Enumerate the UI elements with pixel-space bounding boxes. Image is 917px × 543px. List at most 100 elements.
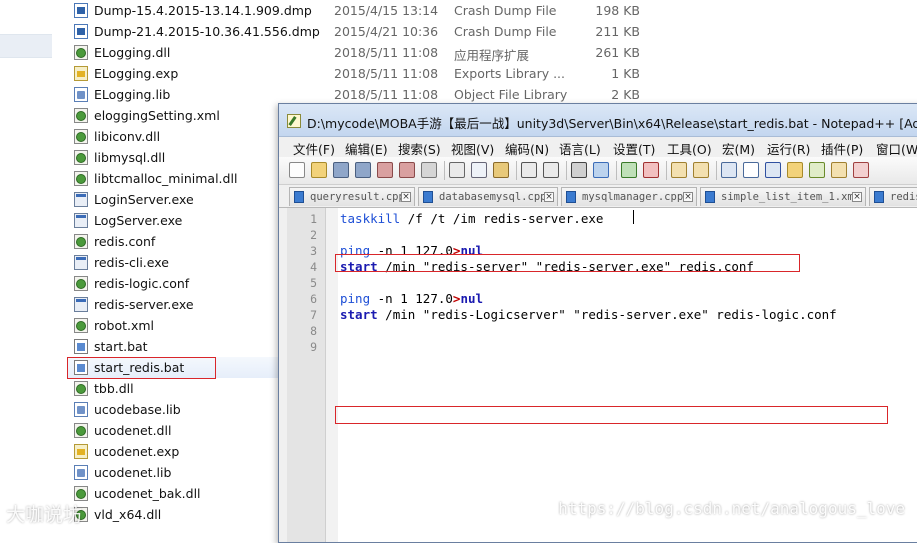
tab-label: mysqlmanager.cpp <box>582 191 684 203</box>
menu-item[interactable]: 窗口(W) <box>876 139 917 158</box>
text-caret <box>633 210 634 224</box>
file-type: Exports Library ... <box>454 66 566 81</box>
file-size: 198 KB <box>595 3 640 18</box>
menu-item[interactable]: 运行(R) <box>767 139 810 158</box>
menu-item[interactable]: 搜索(S) <box>398 139 441 158</box>
line-number: 9 <box>310 340 317 354</box>
file-name: libtcmalloc_minimal.dll <box>94 171 238 186</box>
menu-item[interactable]: 工具(O) <box>667 139 712 158</box>
print-icon[interactable] <box>421 162 437 178</box>
saved-document-icon <box>423 191 433 203</box>
conf-file-icon <box>74 234 88 249</box>
dll-file-icon <box>74 150 88 165</box>
zoom-out-icon[interactable] <box>643 162 659 178</box>
find-icon[interactable] <box>571 162 587 178</box>
sync-h-icon[interactable] <box>693 162 709 178</box>
tab-close-icon[interactable]: × <box>683 192 693 202</box>
file-name: ucodebase.lib <box>94 402 181 417</box>
highlight-box-line-7 <box>335 406 888 424</box>
document-tab[interactable]: databasemysql.cpp × <box>418 187 558 206</box>
tab-close-icon[interactable]: × <box>852 192 862 202</box>
file-row[interactable]: ELogging.lib 2018/5/11 11:08 Object File L… <box>68 84 917 105</box>
show-all-chars-icon[interactable] <box>743 162 759 178</box>
new-file-icon[interactable] <box>289 162 305 178</box>
file-row[interactable]: ELogging.dll 2018/5/11 11:08 应用程序扩展 261 KB <box>68 42 917 63</box>
redo-icon[interactable] <box>543 162 559 178</box>
function-list-icon[interactable] <box>831 162 847 178</box>
file-row[interactable]: ELogging.exp 2018/5/11 11:08 Exports Libra… <box>68 63 917 84</box>
file-name: start.bat <box>94 339 148 354</box>
file-name: vld_x64.dll <box>94 507 162 522</box>
line-number: 1 <box>310 212 317 226</box>
close-icon[interactable] <box>377 162 393 178</box>
file-type: Object File Library <box>454 87 568 102</box>
navigation-selected-item[interactable] <box>0 34 52 58</box>
file-name: tbb.dll <box>94 381 134 396</box>
saved-document-icon <box>705 191 715 203</box>
close-all-icon[interactable] <box>399 162 415 178</box>
indent-guide-icon[interactable] <box>765 162 781 178</box>
watermark-logo: 大咖说坊 <box>6 504 83 526</box>
file-size: 211 KB <box>595 24 640 39</box>
saved-document-icon <box>566 191 576 203</box>
file-name: libiconv.dll <box>94 129 161 144</box>
menu-item[interactable]: 编码(N) <box>505 139 549 158</box>
undo-icon[interactable] <box>521 162 537 178</box>
tab-close-icon[interactable]: × <box>401 192 411 202</box>
file-type: 应用程序扩展 <box>454 48 530 63</box>
navigation-pane[interactable] <box>0 0 54 530</box>
file-name: LogServer.exe <box>94 213 183 228</box>
monitor-icon[interactable] <box>853 162 869 178</box>
exe-file-icon <box>74 255 88 270</box>
code-line: ping -n 1 127.0>nul <box>340 291 483 306</box>
menu-item[interactable]: 文件(F) <box>293 139 335 158</box>
file-name: robot.xml <box>94 318 155 333</box>
folder-workspace-icon[interactable] <box>787 162 803 178</box>
line-number: 2 <box>310 228 317 242</box>
highlight-box-line-4 <box>335 254 800 272</box>
code-editor[interactable]: 1 2 3 4 5 6 7 8 9 taskkill /f /t /im redis-serve… <box>287 208 917 542</box>
document-tab[interactable]: mysqlmanager.cpp × <box>561 187 697 206</box>
save-all-icon[interactable] <box>355 162 371 178</box>
save-icon[interactable] <box>333 162 349 178</box>
line-number: 3 <box>310 244 317 258</box>
code-token: /min "redis-Logicserver" "redis-server.e… <box>377 307 837 322</box>
sync-v-icon[interactable] <box>671 162 687 178</box>
file-row[interactable]: Dump-15.4.2015-13.14.1.909.dmp 2015/4/15 … <box>68 0 917 21</box>
file-name: ucodenet_bak.dll <box>94 486 201 501</box>
toolbar-separator <box>666 161 667 180</box>
file-name: ucodenet.dll <box>94 423 172 438</box>
menu-item[interactable]: 语言(L) <box>559 139 601 158</box>
paste-icon[interactable] <box>493 162 509 178</box>
code-token: ping <box>340 291 371 306</box>
document-tab[interactable]: queryresult.cpp × <box>289 187 415 206</box>
tab-label: redis <box>890 191 917 203</box>
copy-icon[interactable] <box>471 162 487 178</box>
lib-file-icon <box>74 402 88 417</box>
toolbar <box>279 157 917 185</box>
document-tab[interactable]: redis <box>869 187 917 206</box>
dmp-file-icon <box>74 24 88 39</box>
menu-item[interactable]: 视图(V) <box>451 139 494 158</box>
window-titlebar[interactable]: D:\mycode\MOBA手游【最后一战】unity3d\Server\Bin… <box>279 104 917 137</box>
lib-file-icon <box>74 87 88 102</box>
open-file-icon[interactable] <box>311 162 327 178</box>
file-row[interactable]: Dump-21.4.2015-10.36.41.556.dmp 2015/4/21… <box>68 21 917 42</box>
cut-icon[interactable] <box>449 162 465 178</box>
replace-icon[interactable] <box>593 162 609 178</box>
conf-file-icon <box>74 276 88 291</box>
menu-item[interactable]: 插件(P) <box>821 139 863 158</box>
zoom-in-icon[interactable] <box>621 162 637 178</box>
tab-label: queryresult.cpp <box>310 191 405 203</box>
file-date: 2015/4/15 13:14 <box>334 3 439 18</box>
menu-item[interactable]: 编辑(E) <box>345 139 388 158</box>
menu-item[interactable]: 宏(M) <box>722 139 755 158</box>
document-map-icon[interactable] <box>809 162 825 178</box>
menu-item[interactable]: 设置(T) <box>613 139 655 158</box>
tab-close-icon[interactable]: × <box>544 192 554 202</box>
watermark-url: https://blog.csdn.net/analogous_love <box>558 499 905 518</box>
exe-file-icon <box>74 297 88 312</box>
word-wrap-icon[interactable] <box>721 162 737 178</box>
document-tab[interactable]: simple_list_item_1.xml × <box>700 187 866 206</box>
dll-file-icon <box>74 129 88 144</box>
